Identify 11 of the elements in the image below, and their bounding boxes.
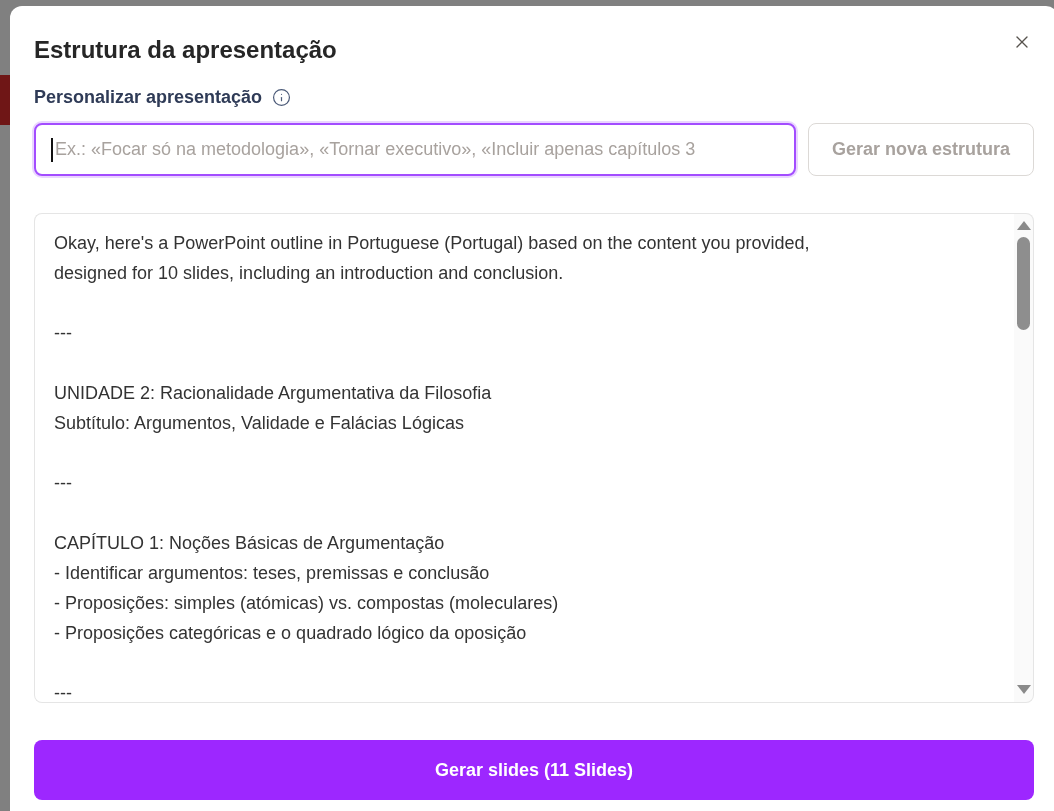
dialog-title: Estrutura da apresentação bbox=[34, 35, 337, 65]
field-label: Personalizar apresentação bbox=[34, 86, 263, 109]
info-icon[interactable] bbox=[272, 87, 292, 107]
scroll-up-arrow-icon[interactable] bbox=[1016, 221, 1031, 230]
instruction-input[interactable]: Ex.: «Focar só na metodologia», «Tornar executivo», «Incluir apenas capítulos 3 bbox=[34, 123, 796, 176]
dimmed-page-banner bbox=[0, 75, 10, 125]
scrollbar-thumb[interactable] bbox=[1017, 237, 1030, 330]
outline-textarea[interactable]: Okay, here's a PowerPoint outline in Portuguese (Portugal) based on the content you provided, designed for 10 slides, including an introduction and conclusion. --- UNIDADE 2: Racionalidade Argumentativa da Filosofia Subtítulo: Argumentos, Validade e Falácias Lógicas --- CAPÍTULO 1: Noções Básicas de Argumentação - Identificar argumentos: teses, premissas e conclusão - Proposições: simples (atómicas) vs. compostas (moleculares) - Proposições categóricas e o quadrado lógico da oposição --- bbox=[34, 213, 1014, 703]
generate-slides-button[interactable]: Gerar slides (11 Slides) bbox=[34, 740, 1034, 800]
scroll-down-arrow-icon[interactable] bbox=[1016, 685, 1031, 694]
scrollbar[interactable] bbox=[1014, 213, 1034, 703]
